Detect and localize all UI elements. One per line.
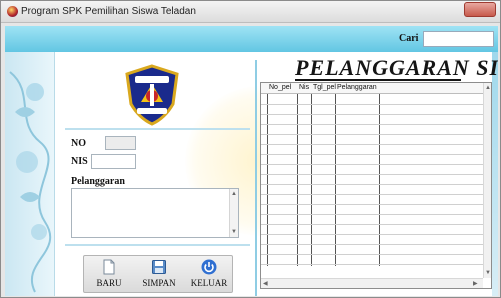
scroll-down-icon[interactable]: ▼ bbox=[485, 270, 491, 276]
floral-decoration bbox=[9, 71, 52, 293]
table-row bbox=[261, 204, 483, 205]
pelanggaran-label: Pelanggaran bbox=[71, 176, 125, 187]
textarea-scrollbar[interactable]: ▲ ▼ bbox=[229, 189, 238, 237]
table-row bbox=[261, 184, 483, 185]
new-document-icon bbox=[103, 259, 115, 275]
main-form: Cari NO NIS Pelanggaran ▲ ▼ BARU SIMPAN … bbox=[5, 26, 498, 296]
table-row bbox=[261, 104, 483, 105]
simpan-button[interactable]: SIMPAN bbox=[134, 256, 184, 292]
no-label: NO bbox=[71, 138, 86, 149]
table-row bbox=[261, 154, 483, 155]
baru-label: BARU bbox=[96, 278, 122, 288]
app-logo-icon bbox=[7, 6, 18, 17]
table-row bbox=[261, 264, 483, 265]
decorative-side-panel bbox=[5, 52, 55, 296]
table-row bbox=[261, 164, 483, 165]
action-button-panel: BARU SIMPAN KELUAR bbox=[83, 255, 233, 293]
pelanggaran-textarea[interactable]: ▲ ▼ bbox=[71, 188, 239, 238]
column-divider bbox=[379, 94, 380, 266]
column-header-tgl-pel[interactable]: Tgl_pel bbox=[313, 83, 336, 93]
search-input[interactable] bbox=[423, 31, 494, 47]
app-window: Program SPK Pemilihan Siswa Teladan Cari bbox=[0, 0, 501, 298]
scroll-up-icon[interactable]: ▲ bbox=[485, 85, 491, 91]
search-bar: Cari bbox=[5, 26, 498, 52]
column-divider bbox=[311, 94, 312, 266]
school-logo-icon bbox=[125, 64, 179, 126]
column-divider bbox=[267, 94, 268, 266]
nis-field[interactable] bbox=[91, 154, 136, 169]
table-row bbox=[261, 214, 483, 215]
table-vertical-scrollbar[interactable]: ▲ ▼ bbox=[483, 83, 491, 278]
scroll-down-icon[interactable]: ▼ bbox=[231, 229, 237, 235]
table-header: No_pel Nis Tgl_pel Pelanggaran bbox=[261, 83, 491, 94]
column-header-pelanggaran[interactable]: Pelanggaran bbox=[337, 83, 377, 93]
table-row bbox=[261, 124, 483, 125]
page-title: PELANGGARAN SISWA bbox=[295, 55, 498, 80]
panel-divider bbox=[255, 60, 257, 296]
table-row bbox=[261, 174, 483, 175]
column-divider bbox=[297, 94, 298, 266]
form-divider-bottom bbox=[65, 244, 250, 246]
scroll-right-icon[interactable]: ▶ bbox=[473, 281, 478, 287]
title-bar: Program SPK Pemilihan Siswa Teladan bbox=[1, 1, 500, 23]
column-header-no-pel[interactable]: No_pel bbox=[269, 83, 291, 93]
table-row bbox=[261, 234, 483, 235]
keluar-label: KELUAR bbox=[190, 278, 228, 288]
simpan-label: SIMPAN bbox=[142, 278, 176, 288]
column-header-nis[interactable]: Nis bbox=[299, 83, 309, 93]
right-decoration bbox=[492, 52, 498, 296]
table-row bbox=[261, 134, 483, 135]
table-horizontal-scrollbar[interactable]: ◀ ▶ bbox=[261, 278, 483, 288]
table-row bbox=[261, 114, 483, 115]
save-disk-icon bbox=[152, 260, 166, 274]
column-divider bbox=[335, 94, 336, 266]
power-icon bbox=[201, 259, 217, 275]
table-row bbox=[261, 254, 483, 255]
table-row bbox=[261, 194, 483, 195]
search-label: Cari bbox=[399, 33, 419, 44]
nis-label: NIS bbox=[71, 156, 88, 167]
table-row bbox=[261, 244, 483, 245]
window-title: Program SPK Pemilihan Siswa Teladan bbox=[21, 6, 196, 17]
scroll-up-icon[interactable]: ▲ bbox=[231, 191, 237, 197]
title-underline bbox=[295, 79, 461, 81]
scroll-left-icon[interactable]: ◀ bbox=[263, 281, 268, 287]
close-window-button[interactable] bbox=[464, 2, 496, 17]
table-row bbox=[261, 224, 483, 225]
form-divider-top bbox=[65, 128, 250, 130]
pelanggaran-table[interactable]: No_pel Nis Tgl_pel Pelanggaran ▲ ▼ ◀ ▶ bbox=[260, 82, 492, 289]
no-field[interactable] bbox=[105, 136, 136, 150]
keluar-button[interactable]: KELUAR bbox=[184, 256, 234, 292]
baru-button[interactable]: BARU bbox=[84, 256, 134, 292]
table-row bbox=[261, 144, 483, 145]
